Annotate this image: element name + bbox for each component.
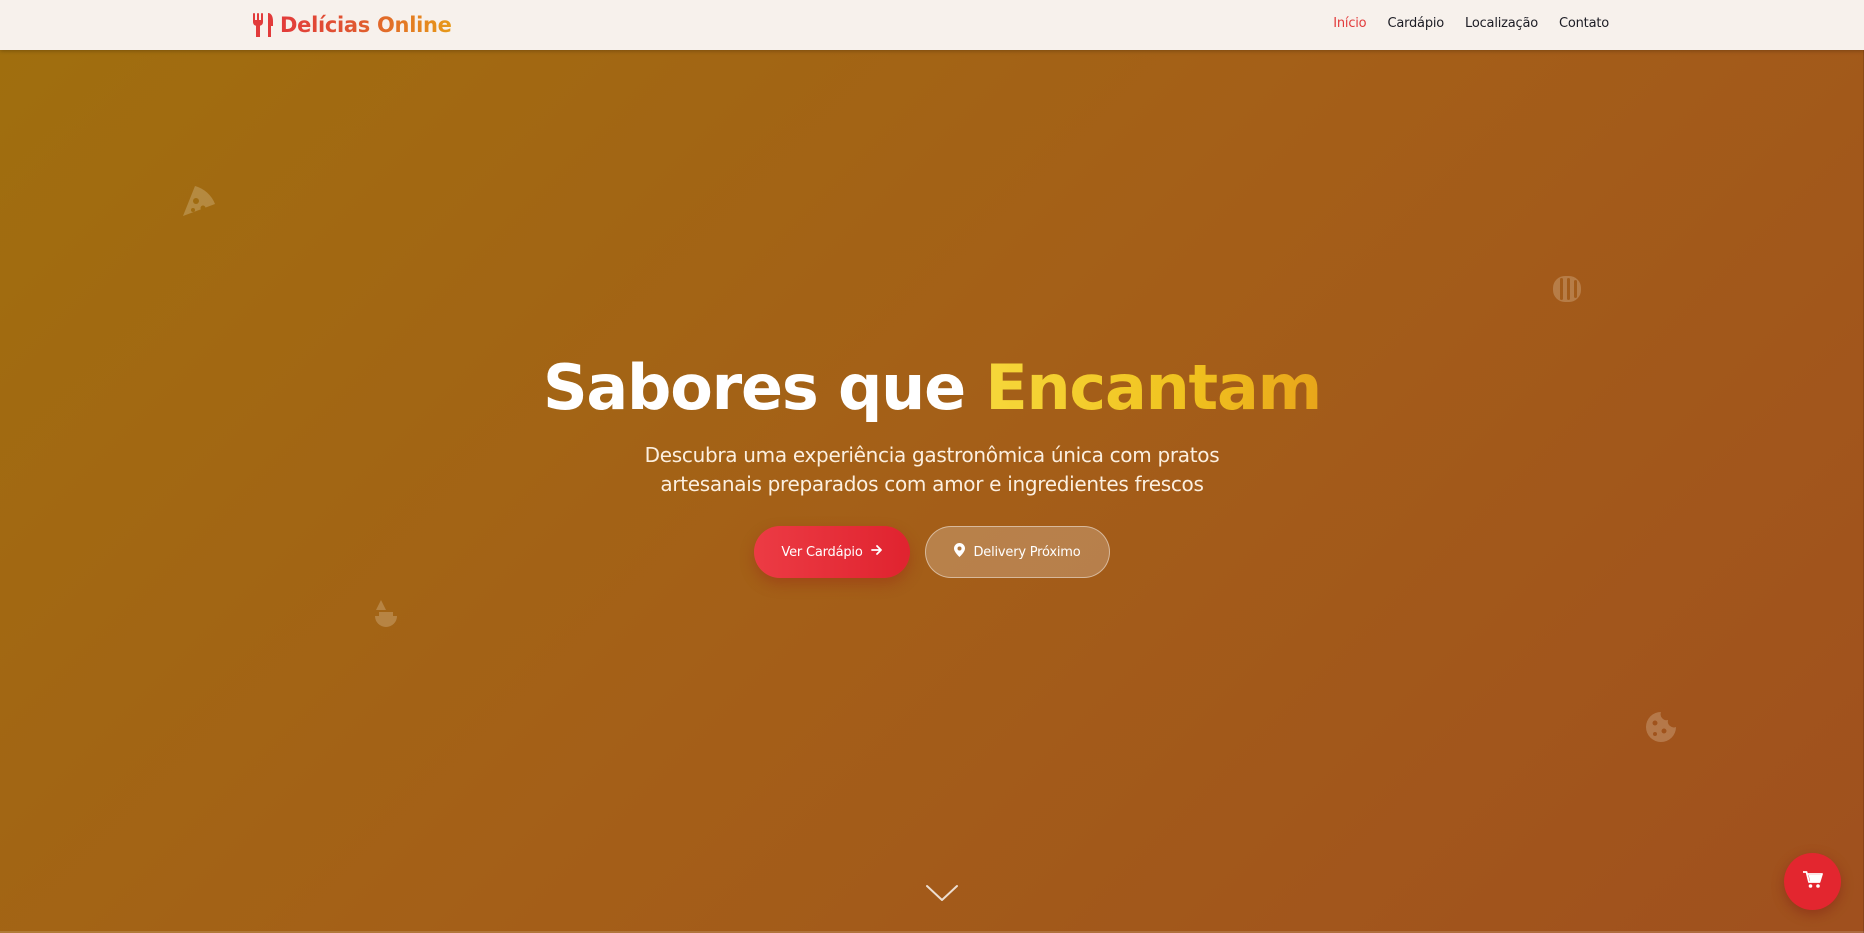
brand-name: Delícias Online bbox=[280, 13, 452, 37]
view-menu-label: Ver Cardápio bbox=[781, 544, 863, 560]
hero-title-accent: Encantam bbox=[985, 351, 1322, 424]
nav-item-cardapio[interactable]: Cardápio bbox=[1387, 16, 1444, 31]
site-header: Delícias Online Início Cardápio Localiza… bbox=[0, 0, 1864, 50]
bread-icon bbox=[1551, 273, 1583, 305]
hero-subtitle-line1: Descubra uma experiência gastronômica ún… bbox=[644, 443, 1220, 467]
cart-button[interactable] bbox=[1784, 853, 1841, 910]
ice-cream-icon bbox=[373, 598, 399, 634]
cart-icon bbox=[1801, 870, 1823, 893]
pizza-slice-icon bbox=[181, 184, 217, 218]
chevron-down-icon[interactable] bbox=[925, 882, 959, 904]
nav-item-inicio[interactable]: Início bbox=[1333, 16, 1366, 31]
view-menu-button[interactable]: Ver Cardápio bbox=[754, 526, 910, 578]
nav-item-localizacao[interactable]: Localização bbox=[1465, 16, 1538, 31]
cookie-icon bbox=[1644, 710, 1678, 744]
hero-title-prefix: Sabores que bbox=[542, 351, 986, 424]
hero-actions: Ver Cardápio Delivery Próximo bbox=[0, 526, 1864, 578]
delivery-nearby-label: Delivery Próximo bbox=[973, 544, 1081, 560]
delivery-nearby-button[interactable]: Delivery Próximo bbox=[925, 526, 1110, 578]
hero-subtitle-line2: artesanais preparados com amor e ingredi… bbox=[660, 472, 1204, 496]
arrow-right-icon bbox=[870, 544, 883, 560]
hero-subtitle: Descubra uma experiência gastronômica ún… bbox=[612, 441, 1252, 499]
main-nav: Início Cardápio Localização Contato bbox=[1333, 16, 1609, 31]
brand-logo[interactable]: Delícias Online bbox=[252, 12, 452, 38]
utensils-icon bbox=[252, 13, 274, 37]
hero-section: Sabores que Encantam Descubra uma experi… bbox=[0, 340, 1864, 499]
nav-item-contato[interactable]: Contato bbox=[1559, 16, 1609, 31]
map-pin-icon bbox=[954, 543, 966, 561]
hero-title: Sabores que Encantam bbox=[0, 340, 1864, 435]
